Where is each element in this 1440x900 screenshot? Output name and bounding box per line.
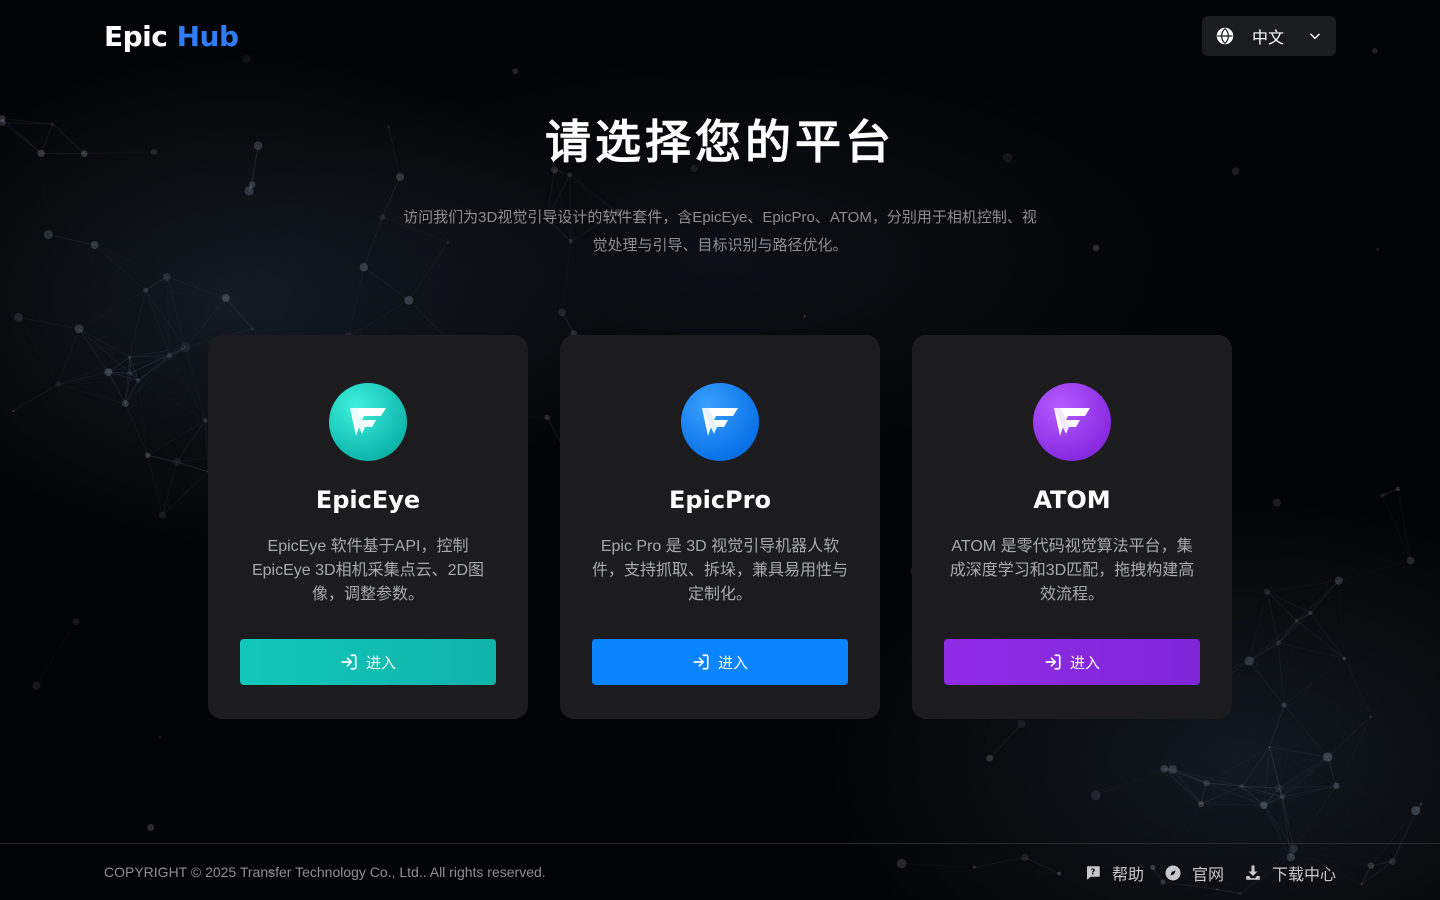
epicpro-logo-icon — [681, 383, 759, 461]
epic-hub-logo[interactable]: Epic Hub — [104, 20, 239, 53]
button-label: 进入 — [365, 654, 396, 672]
page-description: 访问我们为3D视觉引导设计的软件套件，含EpicEye、EpicPro、ATOM… — [403, 209, 1037, 254]
card-description: EpicEye 软件基于API，控制EpicEye 3D相机采集点云、2D图像，… — [251, 538, 485, 603]
card-description: ATOM 是零代码视觉算法平台，集成深度学习和3D匹配，拖拽构建高效流程。 — [949, 538, 1195, 603]
compass-icon — [1165, 865, 1181, 881]
enter-epicpro-button[interactable]: 进入 — [592, 639, 848, 685]
enter-atom-button[interactable]: 进入 — [944, 639, 1200, 685]
chevron-down-icon — [1310, 33, 1320, 40]
language-label: 中文 — [1252, 30, 1285, 47]
top-bar: Epic Hub 中文 — [0, 0, 1440, 76]
card-title: EpicEye — [315, 486, 421, 514]
hero-section: 请选择您的平台 访问我们为3D视觉引导设计的软件套件，含EpicEye、Epic… — [0, 110, 1440, 260]
official-site-link[interactable]: 官网 — [1164, 861, 1224, 885]
copyright-text: COPYRIGHT © 2025 Transfer Technology Co.… — [104, 864, 546, 880]
download-center-label: 下载中心 — [1271, 867, 1336, 884]
platform-card-epicpro: EpicPro Epic Pro 是 3D 视觉引导机器人软件，支持抓取、拆垛，… — [560, 335, 880, 719]
card-description: Epic Pro 是 3D 视觉引导机器人软件，支持抓取、拆垛，兼具易用性与定制… — [592, 538, 849, 603]
svg-text:?: ? — [1091, 867, 1096, 877]
login-arrow-icon — [1045, 654, 1061, 670]
card-title: EpicPro — [669, 486, 771, 514]
platform-card-epiceye: EpicEye EpicEye 软件基于API，控制EpicEye 3D相机采集… — [208, 335, 528, 719]
epiceye-logo-icon — [329, 383, 407, 461]
button-label: 进入 — [717, 654, 748, 672]
enter-epiceye-button[interactable]: 进入 — [240, 639, 496, 685]
help-label: 帮助 — [1111, 867, 1144, 884]
help-chat-icon: ? — [1086, 866, 1100, 880]
download-icon — [1246, 865, 1260, 880]
card-title: ATOM — [1033, 486, 1111, 514]
language-selector[interactable]: 中文 — [1202, 16, 1336, 56]
help-link[interactable]: ? 帮助 — [1084, 861, 1144, 885]
platform-cards: EpicEye EpicEye 软件基于API，控制EpicEye 3D相机采集… — [208, 335, 1232, 719]
footer: COPYRIGHT © 2025 Transfer Technology Co.… — [0, 843, 1440, 900]
login-arrow-icon — [693, 654, 709, 670]
download-center-link[interactable]: 下载中心 — [1244, 861, 1336, 885]
platform-card-atom: ATOM ATOM 是零代码视觉算法平台，集成深度学习和3D匹配，拖拽构建高效流… — [912, 335, 1232, 719]
footer-links: ? 帮助 官网 下载中心 — [1084, 861, 1336, 885]
login-arrow-icon — [341, 654, 357, 670]
official-site-label: 官网 — [1191, 867, 1224, 884]
atom-logo-icon — [1033, 383, 1111, 461]
page-title: 请选择您的平台 — [545, 115, 895, 169]
globe-icon — [1216, 27, 1234, 45]
button-label: 进入 — [1069, 654, 1100, 672]
